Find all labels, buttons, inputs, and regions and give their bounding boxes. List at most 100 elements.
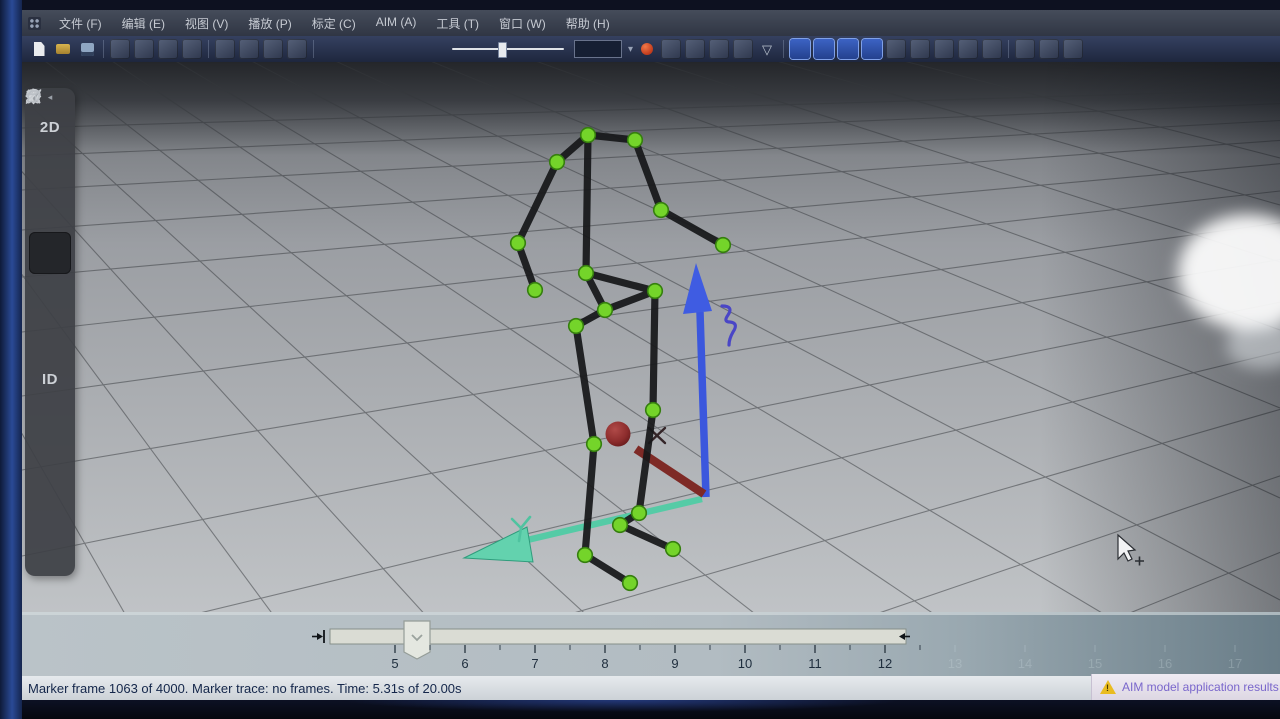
- toolbar-icon-14[interactable]: [709, 39, 729, 59]
- marker-r_hip[interactable]: [648, 284, 663, 299]
- sidebar-tool-undo-tool[interactable]: [29, 190, 71, 232]
- camera-view-icon-1[interactable]: [790, 39, 810, 59]
- toolbar-icon-19[interactable]: [958, 39, 978, 59]
- toolbar-icon-6[interactable]: [158, 39, 178, 59]
- toolbar-icon-9[interactable]: [239, 39, 259, 59]
- timeline-tick-label: 11: [808, 656, 822, 671]
- toolbar-icon-12[interactable]: [661, 39, 681, 59]
- timeline-playhead[interactable]: [404, 621, 430, 659]
- toolbar-icon-21[interactable]: [1015, 39, 1035, 59]
- laptop-bezel-top: [22, 0, 1280, 10]
- menu-item-5[interactable]: 标定 (C): [302, 11, 366, 36]
- 3d-viewport[interactable]: ◂2DID: [22, 62, 1280, 612]
- sidebar-tool-cut-tool[interactable]: [29, 400, 71, 442]
- toolbar-icon-11[interactable]: [287, 39, 307, 59]
- toolbar-icon-13[interactable]: [685, 39, 705, 59]
- timeline-tick-label: 6: [461, 656, 468, 671]
- toolbar-icon-15[interactable]: [733, 39, 753, 59]
- menu-item-6[interactable]: AIM (A): [366, 11, 427, 36]
- timeline-tick-label: 10: [738, 656, 752, 671]
- toolbar-icon-8[interactable]: [215, 39, 235, 59]
- sidebar-tool-translate-tool[interactable]: [29, 232, 71, 274]
- sidebar-tool-zoom-tool[interactable]: [29, 274, 71, 316]
- sidebar-tool-label: 2D: [40, 119, 60, 136]
- camera-view-icon-2[interactable]: [814, 39, 834, 59]
- sidebar-tool-id-markers-tool[interactable]: ID: [29, 358, 71, 400]
- menu-item-1[interactable]: 文件 (F): [49, 11, 112, 36]
- marker-l_toe[interactable]: [623, 576, 638, 591]
- marker-l_hip[interactable]: [569, 319, 584, 334]
- timeline-tick-label-faint: 13: [948, 656, 962, 671]
- filter-icon[interactable]: ▽: [757, 39, 777, 59]
- toolbar-icon-4[interactable]: [110, 39, 130, 59]
- toolbar-icon-18[interactable]: [934, 39, 954, 59]
- marker-l_ankle[interactable]: [578, 548, 593, 563]
- sidebar-tool-target-tool[interactable]: [29, 316, 71, 358]
- toolbar-icon-7[interactable]: [182, 39, 202, 59]
- status-text: Marker frame 1063 of 4000. Marker trace:…: [28, 681, 462, 696]
- open-file-icon[interactable]: [53, 39, 73, 59]
- marker-r_elbow[interactable]: [654, 203, 669, 218]
- toolbar-icon-17[interactable]: [910, 39, 930, 59]
- marker-l_hand[interactable]: [528, 283, 543, 298]
- aim-notification-toast[interactable]: ! AIM model application results: [1091, 674, 1280, 700]
- sidebar-tool-joint-tool[interactable]: [29, 442, 71, 484]
- timeline-tick-label-faint: 14: [1018, 656, 1032, 671]
- marker-r_heel[interactable]: [613, 518, 628, 533]
- playback-speed-slider[interactable]: [452, 40, 564, 58]
- axis-x-arrowhead-ball[interactable]: [606, 422, 631, 447]
- marker-l_elbow[interactable]: [511, 236, 526, 251]
- toolbar-separator: [103, 40, 104, 58]
- marker-r_knee[interactable]: [646, 403, 661, 418]
- sidebar-tool-2d-view-tool[interactable]: 2D: [29, 106, 71, 148]
- marker-head[interactable]: [581, 128, 596, 143]
- menu-item-8[interactable]: 窗口 (W): [489, 11, 556, 36]
- menu-item-3[interactable]: 视图 (V): [175, 11, 238, 36]
- tool-sidebar: ◂2DID: [25, 88, 75, 576]
- marker-r_hand[interactable]: [716, 238, 731, 253]
- toolbar-separator: [1008, 40, 1009, 58]
- sidebar-tool-fly-tool[interactable]: [29, 484, 71, 526]
- camera-view-icon-4[interactable]: [862, 39, 882, 59]
- marker-l_shoulder[interactable]: [550, 155, 565, 170]
- toolbar-separator: [783, 40, 784, 58]
- marker-l_knee[interactable]: [587, 437, 602, 452]
- marker-chest[interactable]: [579, 266, 594, 281]
- toolbar-icon-22[interactable]: [1039, 39, 1059, 59]
- save-icon[interactable]: [77, 39, 97, 59]
- marker-pelvis[interactable]: [598, 303, 613, 318]
- timeline-tick-label: 8: [601, 656, 608, 671]
- menu-item-9[interactable]: 帮助 (H): [556, 11, 620, 36]
- camera-view-icon-3[interactable]: [838, 39, 858, 59]
- notification-text: AIM model application results: [1122, 680, 1279, 694]
- menu-item-7[interactable]: 工具 (T): [426, 11, 489, 36]
- timeline-tick-label-faint: 17: [1228, 656, 1242, 671]
- view-select-dropdown[interactable]: [574, 40, 622, 58]
- toolbar-icon-20[interactable]: [982, 39, 1002, 59]
- bone-r_hip-r_knee[interactable]: [653, 291, 655, 410]
- bone-head-chest[interactable]: [586, 135, 588, 273]
- timeline-panel[interactable]: 5 6 7 8 9 10 11 12 13: [22, 612, 1280, 676]
- toolbar-icon-16[interactable]: [886, 39, 906, 59]
- toolbar-icon-23[interactable]: [1063, 39, 1083, 59]
- toolbar-icon-10[interactable]: [263, 39, 283, 59]
- warning-icon: !: [1100, 680, 1116, 694]
- menu-item-2[interactable]: 编辑 (E): [112, 11, 175, 36]
- timeline-tick-label: 12: [878, 656, 892, 671]
- toolbar-icon-5[interactable]: [134, 39, 154, 59]
- laptop-bezel-left: [0, 0, 22, 719]
- sidebar-tool-select-tool[interactable]: [29, 148, 71, 190]
- marker-r_ankle[interactable]: [632, 506, 647, 521]
- marker-r_toe[interactable]: [666, 542, 681, 557]
- chevron-down-icon[interactable]: ▾: [628, 44, 633, 55]
- toolbar-separator: [208, 40, 209, 58]
- marker-r_shoulder[interactable]: [628, 133, 643, 148]
- menu-item-4[interactable]: 播放 (P): [238, 11, 301, 36]
- record-icon[interactable]: [637, 39, 657, 59]
- menu-bar: 文件 (F)编辑 (E)视图 (V)播放 (P)标定 (C)AIM (A)工具 …: [22, 10, 1280, 36]
- timeline-tick-label-faint: 16: [1158, 656, 1172, 671]
- new-file-icon[interactable]: [29, 39, 49, 59]
- sidebar-tool-cube-view-tool[interactable]: [29, 526, 71, 568]
- app-icon[interactable]: [28, 17, 41, 30]
- timeline-tick-label: 5: [391, 656, 398, 671]
